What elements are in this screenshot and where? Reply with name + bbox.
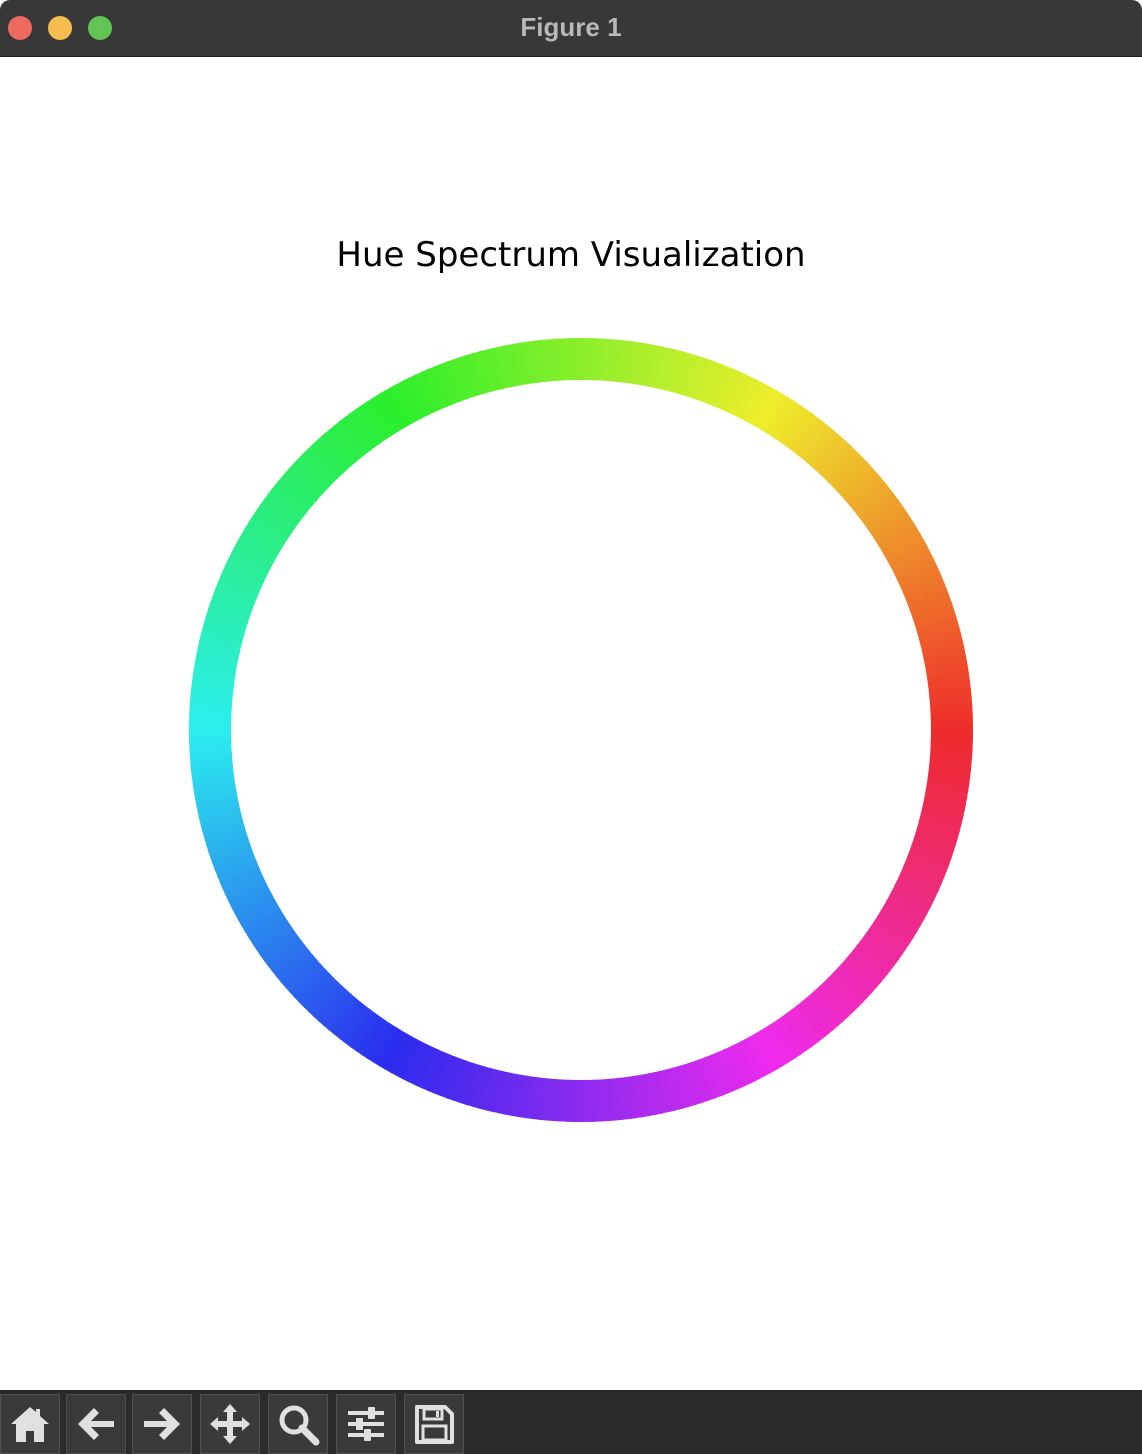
configure-subplots-button[interactable] — [336, 1394, 396, 1454]
sliders-icon — [348, 1407, 384, 1441]
move-icon — [210, 1404, 250, 1444]
figure-canvas[interactable]: Hue Spectrum Visualization — [0, 57, 1142, 1390]
window-title: Figure 1 — [520, 12, 622, 42]
chart-title: Hue Spectrum Visualization — [336, 235, 806, 275]
navigation-toolbar — [0, 1390, 1142, 1454]
zoom-button[interactable] — [268, 1394, 328, 1454]
title-bar[interactable]: Figure 1 — [0, 0, 1142, 57]
figure-window: Figure 1 Hue Spectrum Visualization — [0, 0, 1142, 1454]
back-button[interactable] — [66, 1394, 126, 1454]
arrow-left-icon — [78, 1408, 114, 1440]
forward-button[interactable] — [132, 1394, 192, 1454]
hue-segment — [930, 728, 973, 739]
floppy-disk-icon — [415, 1405, 454, 1444]
save-button[interactable] — [404, 1394, 464, 1454]
home-icon — [11, 1407, 49, 1442]
arrow-right-icon — [144, 1408, 180, 1440]
home-button[interactable] — [0, 1394, 60, 1454]
magnifier-icon — [279, 1405, 320, 1446]
pan-button[interactable] — [200, 1394, 260, 1454]
